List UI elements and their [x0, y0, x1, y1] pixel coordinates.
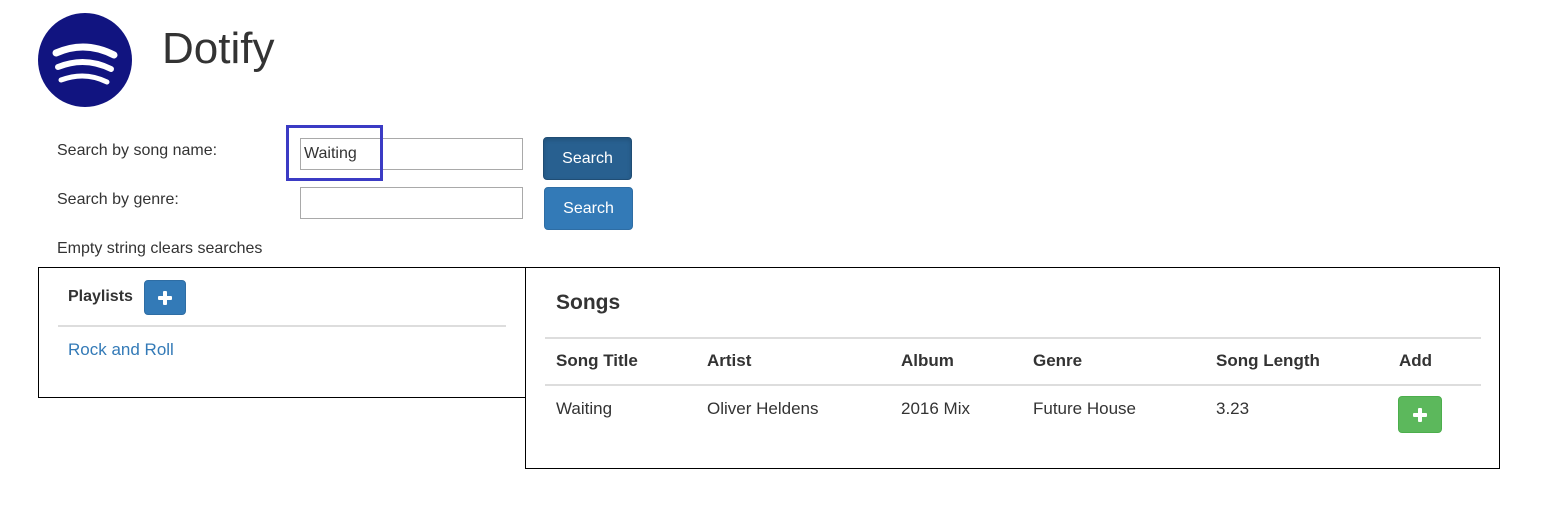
genre-search-button[interactable]: Search [544, 187, 633, 230]
playlists-divider [58, 325, 506, 327]
add-playlist-button[interactable] [144, 280, 186, 315]
app-logo [38, 13, 132, 107]
plus-icon [1413, 407, 1427, 422]
app-title: Dotify [162, 24, 275, 73]
song-genre-cell: Future House [1033, 399, 1136, 418]
song-search-button[interactable]: Search [543, 137, 632, 180]
song-artist-cell: Oliver Heldens [707, 399, 819, 418]
song-length-cell: 3.23 [1216, 399, 1250, 418]
genre-search-label: Search by genre: [57, 191, 179, 208]
playlists-panel: Playlists Rock and Roll [38, 267, 526, 398]
song-title-cell: Waiting [556, 399, 613, 418]
column-header-add: Add [1399, 351, 1433, 370]
playlist-item-rock-and-roll[interactable]: Rock and Roll [68, 339, 174, 361]
column-header-album: Album [901, 351, 954, 370]
genre-search-input[interactable] [300, 187, 523, 219]
songs-panel: Songs Song Title Artist Album Genre Song… [525, 267, 1500, 469]
column-header-song-length: Song Length [1216, 351, 1320, 370]
song-search-input[interactable] [300, 138, 523, 170]
spotify-icon [52, 43, 118, 85]
column-header-artist: Artist [707, 351, 752, 370]
plus-icon [158, 290, 172, 305]
column-header-song-title: Song Title [556, 351, 638, 370]
add-song-button[interactable] [1398, 396, 1442, 433]
songs-header-divider [545, 384, 1481, 386]
column-header-genre: Genre [1033, 351, 1083, 370]
playlists-heading: Playlists [68, 288, 133, 305]
song-search-label: Search by song name: [57, 142, 218, 159]
song-album-link[interactable]: 2016 Mix [901, 398, 970, 420]
search-hint: Empty string clears searches [57, 240, 263, 257]
songs-top-divider [545, 337, 1481, 339]
songs-heading: Songs [556, 291, 621, 314]
